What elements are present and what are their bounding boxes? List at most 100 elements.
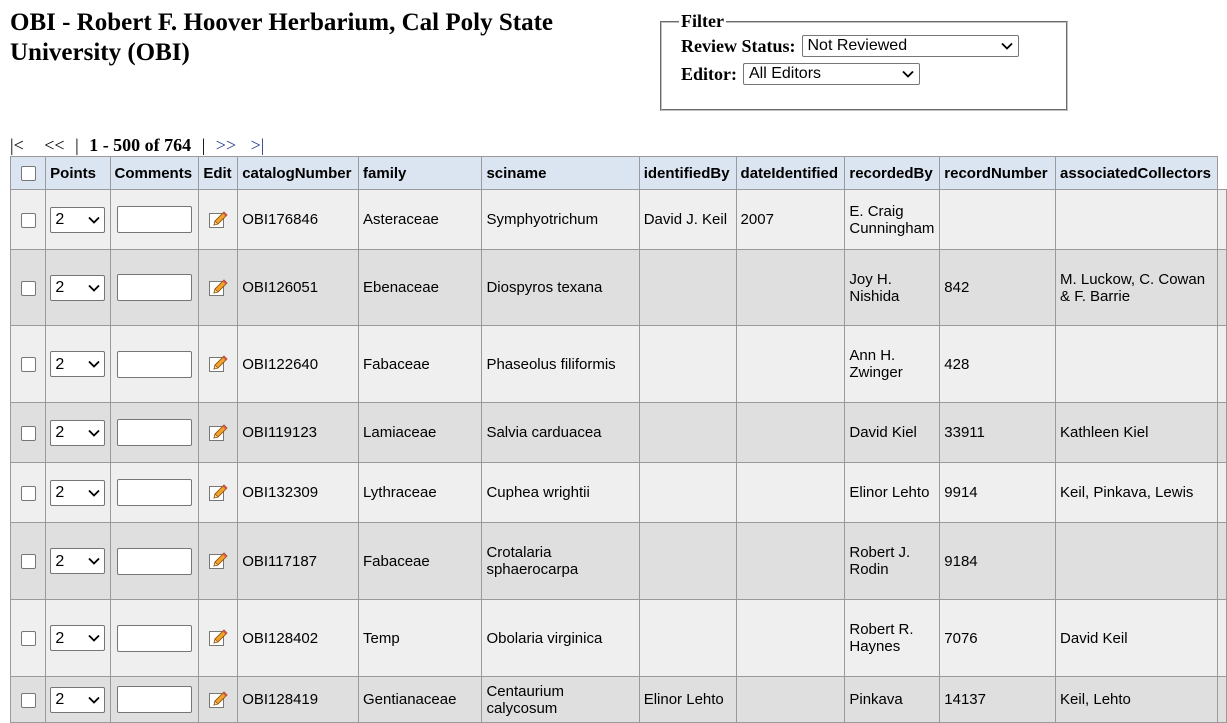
table-row: 2 OBI126051 Ebenaceae Diospyros texana Joy H… bbox=[9, 249, 1227, 326]
catalog-number-cell: OBI176846 bbox=[237, 189, 360, 250]
comments-cell bbox=[109, 522, 200, 600]
record-number-cell bbox=[939, 189, 1057, 250]
pencil-icon[interactable] bbox=[208, 628, 228, 648]
table-row: 2 OBI122640 Fabaceae Phaseolus filiformis An… bbox=[9, 325, 1227, 403]
points-select[interactable]: 2 bbox=[50, 625, 106, 651]
select-all-header bbox=[9, 156, 47, 190]
review-status-value: Not Reviewed bbox=[807, 37, 908, 54]
row-checkbox[interactable] bbox=[20, 631, 36, 647]
column-header[interactable]: family bbox=[358, 156, 483, 190]
comments-input[interactable] bbox=[116, 624, 192, 652]
record-number-cell: 428 bbox=[939, 325, 1057, 403]
pager-last-link[interactable]: >| bbox=[251, 134, 265, 156]
pager-first-link[interactable]: |< bbox=[10, 134, 24, 156]
points-cell: 2 bbox=[45, 325, 111, 403]
comments-input[interactable] bbox=[116, 419, 192, 446]
points-select[interactable]: 2 bbox=[50, 351, 106, 377]
points-select[interactable]: 2 bbox=[50, 274, 106, 301]
edit-cell bbox=[198, 599, 239, 677]
date-identified-cell bbox=[735, 522, 846, 600]
pencil-icon[interactable] bbox=[208, 210, 228, 230]
recorded-by-cell: Robert J. Rodin bbox=[844, 522, 941, 600]
editor-select[interactable]: All Editors bbox=[743, 63, 920, 85]
select-all-checkbox[interactable] bbox=[20, 166, 36, 182]
row-checkbox[interactable] bbox=[20, 280, 36, 296]
pencil-icon[interactable] bbox=[208, 551, 228, 571]
comments-cell bbox=[109, 325, 200, 403]
points-select[interactable]: 2 bbox=[50, 686, 106, 713]
column-header[interactable]: associatedCollectors bbox=[1055, 156, 1218, 190]
pager-prev-link[interactable]: << bbox=[44, 134, 64, 156]
pencil-icon[interactable] bbox=[208, 354, 228, 374]
pager-next-link[interactable]: >> bbox=[216, 134, 236, 156]
family-cell: Fabaceae bbox=[358, 522, 483, 600]
overflow-cell bbox=[1217, 462, 1227, 523]
sciname-cell: Cuphea wrightii bbox=[481, 462, 640, 523]
comments-input[interactable] bbox=[116, 350, 192, 378]
pagination: |< << | 1 - 500 of 764 | >> >| bbox=[10, 134, 264, 156]
comments-input[interactable] bbox=[116, 547, 192, 575]
points-select[interactable]: 2 bbox=[50, 479, 106, 506]
record-number-cell: 33911 bbox=[939, 402, 1057, 463]
family-cell: Lythraceae bbox=[358, 462, 483, 523]
family-cell: Ebenaceae bbox=[358, 249, 483, 326]
table-row: 2 OBI117187 Fabaceae Crotalaria sphaerocarp… bbox=[9, 522, 1227, 600]
records-table: Points Comments Edit catalogNumber famil… bbox=[9, 156, 1227, 723]
pencil-icon[interactable] bbox=[208, 423, 228, 443]
chevron-down-icon bbox=[88, 489, 100, 497]
chevron-down-icon bbox=[902, 70, 914, 78]
column-header[interactable]: Comments bbox=[109, 156, 200, 190]
catalog-number-cell: OBI132309 bbox=[237, 462, 360, 523]
column-header[interactable]: identifiedBy bbox=[638, 156, 737, 190]
comments-input[interactable] bbox=[116, 686, 192, 713]
overflow-cell bbox=[1217, 599, 1227, 677]
row-checkbox[interactable] bbox=[20, 554, 36, 570]
recorded-by-cell: Joy H. Nishida bbox=[844, 249, 941, 326]
chevron-down-icon bbox=[88, 284, 100, 292]
review-status-select[interactable]: Not Reviewed bbox=[801, 35, 1019, 57]
points-cell: 2 bbox=[45, 462, 111, 523]
table-row: 2 OBI119123 Lamiaceae Salvia carduacea David… bbox=[9, 402, 1227, 463]
row-checkbox[interactable] bbox=[20, 692, 36, 708]
associated-collectors-cell bbox=[1055, 522, 1218, 600]
record-number-cell: 9914 bbox=[939, 462, 1057, 523]
column-header[interactable]: recordedBy bbox=[844, 156, 941, 190]
comments-input[interactable] bbox=[116, 206, 192, 233]
date-identified-cell bbox=[735, 325, 846, 403]
row-select-cell bbox=[9, 249, 47, 326]
chevron-down-icon bbox=[1000, 42, 1013, 50]
column-header[interactable]: Edit bbox=[198, 156, 239, 190]
points-select[interactable]: 2 bbox=[50, 419, 106, 446]
points-value: 2 bbox=[55, 424, 65, 441]
chevron-down-icon bbox=[88, 557, 100, 565]
edit-cell bbox=[198, 325, 239, 403]
row-select-cell bbox=[9, 462, 47, 523]
row-checkbox[interactable] bbox=[20, 485, 36, 501]
comments-input[interactable] bbox=[116, 479, 192, 506]
column-header[interactable]: sciname bbox=[481, 156, 640, 190]
table-header-row: Points Comments Edit catalogNumber famil… bbox=[9, 156, 1227, 190]
chevron-down-icon bbox=[88, 429, 100, 437]
pencil-icon[interactable] bbox=[208, 690, 228, 710]
points-select[interactable]: 2 bbox=[50, 548, 106, 574]
edit-cell bbox=[198, 189, 239, 250]
column-header[interactable]: recordNumber bbox=[939, 156, 1057, 190]
chevron-down-icon bbox=[88, 634, 100, 642]
pencil-icon[interactable] bbox=[208, 483, 228, 503]
review-status-row: Review Status: Not Reviewed bbox=[681, 32, 1066, 60]
pencil-icon[interactable] bbox=[208, 278, 228, 298]
chevron-down-icon bbox=[88, 216, 100, 224]
row-select-cell bbox=[9, 402, 47, 463]
catalog-number-cell: OBI119123 bbox=[237, 402, 360, 463]
overflow-cell bbox=[1217, 189, 1227, 250]
comments-input[interactable] bbox=[116, 274, 192, 301]
column-header[interactable]: Points bbox=[45, 156, 111, 190]
column-header[interactable]: catalogNumber bbox=[237, 156, 360, 190]
column-header[interactable]: dateIdentified bbox=[735, 156, 846, 190]
row-checkbox[interactable] bbox=[20, 357, 36, 373]
row-checkbox[interactable] bbox=[20, 425, 36, 441]
points-select[interactable]: 2 bbox=[50, 206, 106, 233]
record-number-cell: 14137 bbox=[939, 676, 1057, 723]
row-checkbox[interactable] bbox=[20, 212, 36, 228]
points-value: 2 bbox=[55, 552, 65, 570]
